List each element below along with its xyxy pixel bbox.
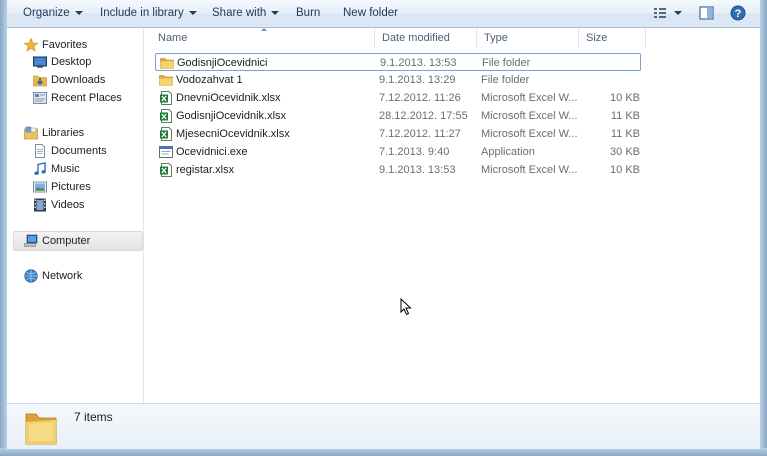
documents-icon: [35, 144, 45, 158]
file-size: 10 KB: [610, 92, 640, 104]
window-frame-left: [0, 0, 7, 456]
pictures-icon: [33, 181, 47, 193]
column-size-label: Size: [586, 32, 608, 44]
file-type: File folder: [481, 74, 530, 86]
svg-text:?: ?: [735, 8, 742, 20]
file-name: MjesecniOcevidnik.xlsx: [176, 128, 290, 140]
help-icon: ?: [730, 5, 746, 21]
file-list: Name Date modified Type Size GodisnjiOce…: [144, 28, 760, 403]
mouse-cursor-icon: [400, 298, 412, 316]
include-in-library-button[interactable]: Include in library: [100, 0, 197, 27]
file-row[interactable]: registar.xlsx 9.1.2013. 13:53 Microsoft Ex…: [155, 161, 641, 179]
videos-icon: [34, 198, 46, 212]
file-date-modified: 7.12.2012. 11:26: [379, 92, 461, 104]
file-date-modified: 7.12.2012. 11:27: [379, 128, 461, 140]
file-size: 11 KB: [610, 128, 640, 140]
change-view-button[interactable]: [653, 6, 683, 20]
nav-recent-places-label: Recent Places: [51, 92, 122, 104]
file-date-modified: 7.1.2013. 9:40: [379, 146, 450, 158]
organize-label: Organize: [23, 7, 70, 19]
libraries-icon: [24, 126, 38, 140]
file-name: GodisnjiOcevidnik.xlsx: [176, 110, 287, 122]
file-date-modified: 9.1.2013. 13:53: [379, 164, 456, 176]
nav-videos-label: Videos: [51, 199, 85, 211]
file-type: Microsoft Excel W...: [481, 92, 578, 104]
organize-button[interactable]: Organize: [23, 0, 83, 27]
nav-libraries-label: Libraries: [42, 127, 85, 139]
window-frame-right: [760, 0, 767, 456]
chevron-down-icon: [74, 10, 83, 15]
file-name: Vodozahvat 1: [176, 74, 243, 86]
new-folder-label: New folder: [343, 7, 398, 19]
file-type: Microsoft Excel W...: [481, 164, 578, 176]
column-header-name[interactable]: Name: [151, 28, 375, 48]
share-with-label: Share with: [212, 7, 267, 19]
file-row[interactable]: Vodozahvat 1 9.1.2013. 13:29 File folder: [155, 71, 641, 89]
file-name: GodisnjiOcevidnici: [177, 57, 268, 69]
chevron-down-icon: [188, 10, 197, 15]
star-icon: [24, 38, 38, 52]
nav-downloads-label: Downloads: [51, 74, 106, 86]
file-row[interactable]: DnevniOcevidnik.xlsx 7.12.2012. 11:26 Micr…: [155, 89, 641, 107]
view-list-icon: [654, 8, 682, 18]
nav-documents-label: Documents: [51, 145, 107, 157]
window-frame-bottom: [0, 448, 767, 456]
nav-desktop-label: Desktop: [51, 56, 92, 68]
file-type: Application: [481, 146, 535, 158]
downloads-folder-icon: [33, 75, 47, 87]
music-icon: [34, 162, 46, 175]
file-size: 11 KB: [610, 110, 640, 122]
file-type: Microsoft Excel W...: [481, 110, 578, 122]
file-type: File folder: [482, 57, 531, 69]
file-row[interactable]: GodisnjiOcevidnici 9.1.2013. 13:53 File fo…: [155, 53, 641, 71]
share-with-button[interactable]: Share with: [212, 0, 280, 27]
column-name-label: Name: [158, 32, 188, 44]
help-button[interactable]: ?: [730, 5, 746, 21]
file-name: DnevniOcevidnik.xlsx: [176, 92, 281, 104]
item-count: 7 items: [74, 410, 113, 424]
column-header-type[interactable]: Type: [477, 28, 579, 48]
file-row[interactable]: MjesecniOcevidnik.xlsx 7.12.2012. 11:27 Mi…: [155, 125, 641, 143]
file-date-modified: 28.12.2012. 17:55: [379, 110, 468, 122]
burn-button[interactable]: Burn: [296, 0, 320, 27]
preview-pane-icon: [699, 6, 714, 20]
file-row[interactable]: GodisnjiOcevidnik.xlsx 28.12.2012. 17:55 M…: [155, 107, 641, 125]
file-type: Microsoft Excel W...: [481, 128, 578, 140]
nav-music-label: Music: [51, 163, 80, 175]
file-row[interactable]: Ocevidnici.exe 7.1.2013. 9:40 Application 3…: [155, 143, 641, 161]
nav-favorites-label: Favorites: [42, 39, 88, 51]
details-pane: 7 items: [7, 403, 760, 449]
desktop-icon: [33, 56, 47, 68]
preview-pane-button[interactable]: [699, 6, 715, 20]
file-size: 10 KB: [610, 164, 640, 176]
burn-label: Burn: [296, 7, 321, 19]
column-date-label: Date modified: [382, 32, 450, 44]
nav-computer-label: Computer: [42, 235, 91, 247]
network-icon: [24, 269, 38, 283]
recent-places-icon: [33, 92, 47, 104]
column-type-label: Type: [484, 32, 508, 44]
file-date-modified: 9.1.2013. 13:29: [379, 74, 456, 86]
file-size: 30 KB: [610, 146, 640, 158]
new-folder-button[interactable]: New folder: [343, 0, 398, 27]
command-bar: Organize Include in library Share with B…: [7, 0, 760, 28]
include-in-library-label: Include in library: [100, 7, 184, 19]
chevron-down-icon: [271, 10, 280, 15]
file-date-modified: 9.1.2013. 13:53: [380, 57, 457, 69]
column-header-date-modified[interactable]: Date modified: [375, 28, 477, 48]
nav-network-label: Network: [42, 270, 83, 282]
nav-pictures-label: Pictures: [51, 181, 91, 193]
folder-large-icon: [25, 413, 57, 445]
file-name: registar.xlsx: [176, 164, 235, 176]
navigation-pane: Favorites Desktop Downloads Recent Place…: [7, 28, 144, 403]
computer-icon: [24, 234, 38, 247]
file-name: Ocevidnici.exe: [176, 146, 248, 158]
column-header-size[interactable]: Size: [579, 28, 646, 48]
